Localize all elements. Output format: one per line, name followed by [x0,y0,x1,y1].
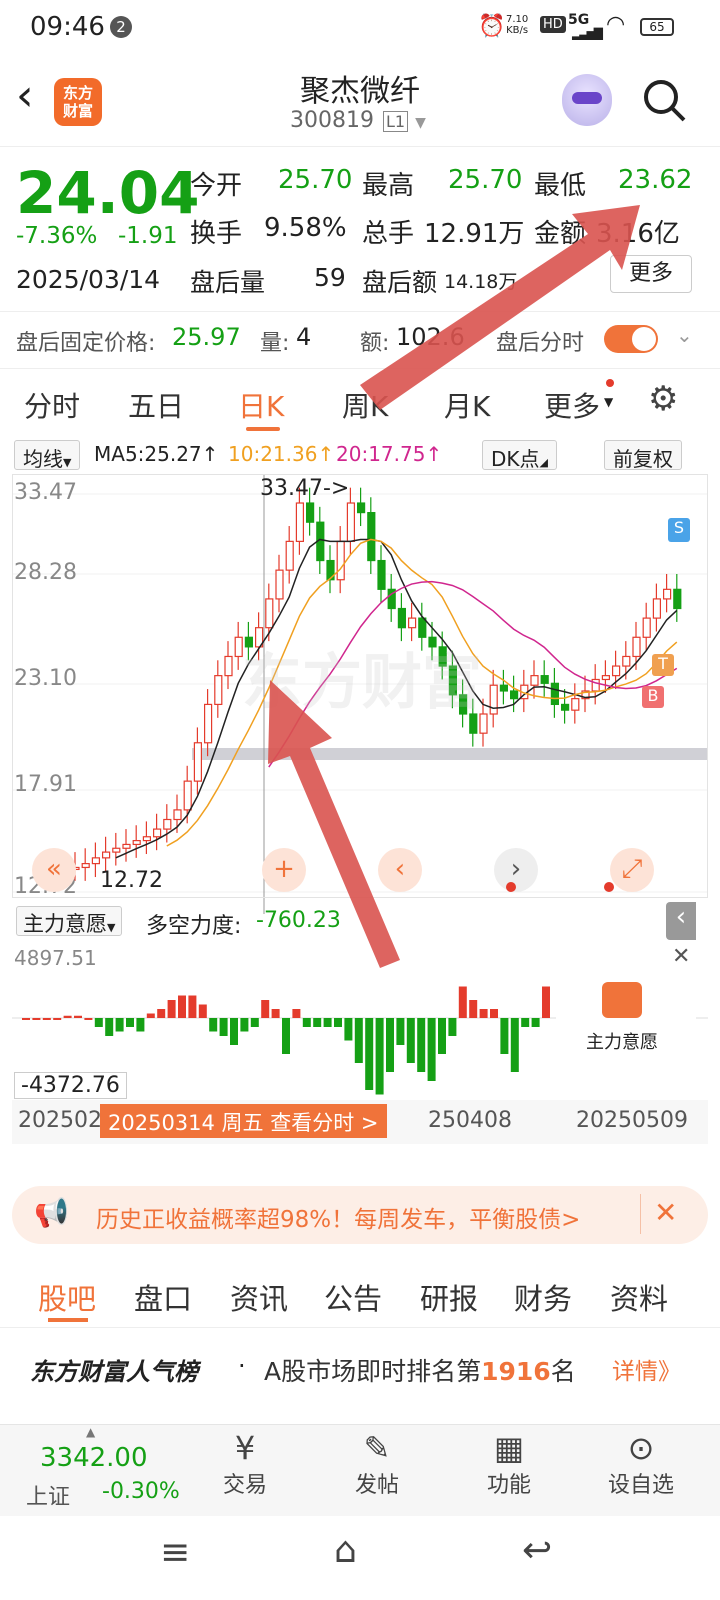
arrow-up-left [268,680,400,968]
arrow-up-right [360,205,640,410]
annotation-arrows [268,205,640,968]
